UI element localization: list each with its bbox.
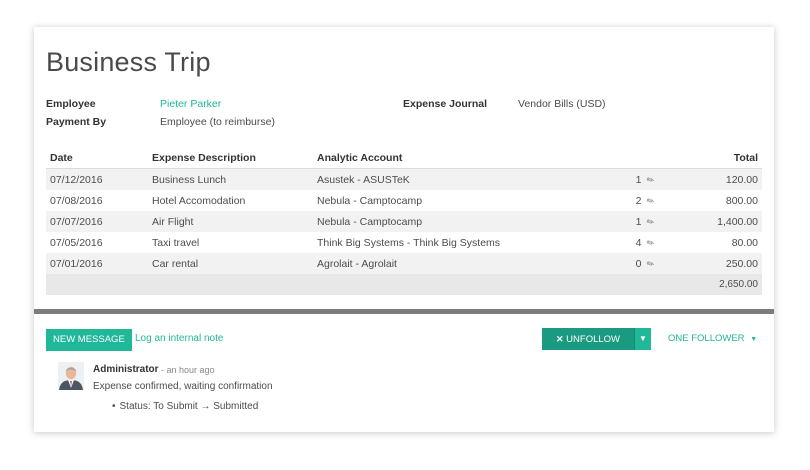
message-body: Expense confirmed, waiting confirmation bbox=[93, 381, 273, 392]
row-total: 80.00 bbox=[731, 236, 758, 249]
table-header: Date Expense Description Analytic Accoun… bbox=[46, 148, 762, 169]
followers-dropdown[interactable]: ONE FOLLOWER ▼ bbox=[668, 333, 757, 344]
row-date: 07/01/2016 bbox=[46, 253, 148, 274]
row-description: Car rental bbox=[148, 253, 313, 274]
message-author[interactable]: Administrator bbox=[93, 364, 159, 375]
avatar bbox=[58, 362, 84, 390]
payment-by-value: Employee (to reimburse) bbox=[160, 116, 275, 128]
table-total-row: 2,650.00 bbox=[46, 274, 762, 295]
col-analytic-account[interactable]: Analytic Account bbox=[313, 148, 621, 169]
expense-sheet-form: Business Trip Employee Pieter Parker Pay… bbox=[34, 27, 774, 309]
log-note-link[interactable]: Log an internal note bbox=[135, 333, 223, 344]
row-total: 1,400.00 bbox=[659, 211, 762, 232]
new-message-button[interactable]: NEW MESSAGE bbox=[46, 329, 132, 351]
paperclip-icon: ✎ bbox=[645, 215, 657, 228]
row-description: Air Flight bbox=[148, 211, 313, 232]
row-attachments[interactable]: 4 ✎ bbox=[621, 232, 659, 253]
row-total: 250.00 bbox=[659, 253, 762, 274]
grand-total: 2,650.00 bbox=[659, 274, 762, 295]
payment-by-label: Payment By bbox=[46, 116, 107, 128]
paperclip-icon: ✎ bbox=[645, 257, 657, 270]
row-attachments[interactable]: 0 ✎ bbox=[621, 253, 659, 274]
message-time: - an hour ago bbox=[161, 365, 215, 375]
table-row[interactable]: 07/08/2016 Hotel Accomodation Nebula - C… bbox=[46, 190, 762, 211]
expense-journal-label: Expense Journal bbox=[403, 98, 488, 110]
row-description: Hotel Accomodation bbox=[152, 194, 246, 207]
row-date: 07/12/2016 bbox=[46, 168, 148, 190]
employee-link[interactable]: Pieter Parker bbox=[160, 98, 221, 110]
follow-options-toggle[interactable]: ▼ bbox=[634, 328, 651, 350]
row-account: Think Big Systems - Think Big Systems bbox=[317, 236, 501, 249]
col-description[interactable]: Expense Description bbox=[148, 148, 313, 169]
row-account: Agrolait - Agrolait bbox=[313, 253, 621, 274]
user-avatar-icon bbox=[58, 362, 84, 390]
paperclip-icon: ✎ bbox=[645, 173, 657, 186]
unfollow-label: UNFOLLOW bbox=[566, 334, 621, 345]
employee-label: Employee bbox=[46, 98, 96, 110]
row-description: Business Lunch bbox=[148, 168, 313, 190]
row-description: Taxi travel bbox=[152, 236, 200, 249]
row-date: 07/07/2016 bbox=[46, 211, 148, 232]
expense-journal-value: Vendor Bills (USD) bbox=[518, 98, 606, 110]
row-total: 120.00 bbox=[659, 168, 762, 190]
row-date: 07/08/2016 bbox=[50, 194, 103, 207]
col-total[interactable]: Total bbox=[659, 148, 762, 169]
row-account: Nebula - Camptocamp bbox=[313, 211, 621, 232]
caret-down-icon: ▼ bbox=[750, 336, 758, 343]
caret-down-icon: ▼ bbox=[639, 334, 647, 343]
chatter: NEW MESSAGE Log an internal note ✕ UNFOL… bbox=[34, 314, 774, 432]
followers-label: ONE FOLLOWER bbox=[668, 333, 745, 344]
row-attachments[interactable]: 1 ✎ bbox=[621, 211, 659, 232]
paperclip-icon: ✎ bbox=[645, 236, 657, 249]
row-account: Nebula - Camptocamp bbox=[317, 194, 423, 207]
x-icon: ✕ bbox=[555, 334, 564, 344]
col-attachments bbox=[621, 148, 659, 169]
bullet-icon: • bbox=[112, 401, 116, 412]
col-date[interactable]: Date bbox=[46, 148, 148, 169]
attachment-count: 1 bbox=[635, 215, 642, 228]
row-date: 07/05/2016 bbox=[50, 236, 103, 249]
attachment-count: 1 bbox=[635, 173, 642, 186]
row-account: Asustek - ASUSTeK bbox=[313, 168, 621, 190]
table-row[interactable]: 07/05/2016 Taxi travel Think Big Systems… bbox=[46, 232, 762, 253]
attachment-count: 4 bbox=[635, 236, 642, 249]
paperclip-icon: ✎ bbox=[645, 194, 657, 207]
tracking-value: • Status: To Submit → Submitted bbox=[112, 401, 258, 412]
tracking-text: Status: To Submit → Submitted bbox=[119, 401, 259, 412]
table-row[interactable]: 07/01/2016 Car rental Agrolait - Agrolai… bbox=[46, 253, 762, 274]
expense-lines-table: Date Expense Description Analytic Accoun… bbox=[46, 148, 762, 295]
row-attachments[interactable]: 1 ✎ bbox=[621, 168, 659, 190]
attachment-count: 0 bbox=[635, 257, 642, 270]
row-total: 800.00 bbox=[725, 194, 758, 207]
table-row[interactable]: 07/12/2016 Business Lunch Asustek - ASUS… bbox=[46, 168, 762, 190]
table-row[interactable]: 07/07/2016 Air Flight Nebula - Camptocam… bbox=[46, 211, 762, 232]
row-attachments[interactable]: 2 ✎ bbox=[621, 190, 659, 211]
unfollow-button[interactable]: ✕ UNFOLLOW bbox=[542, 328, 634, 350]
attachment-count: 2 bbox=[635, 194, 642, 207]
page-title: Business Trip bbox=[46, 47, 211, 77]
expense-sheet-card: Business Trip Employee Pieter Parker Pay… bbox=[34, 27, 774, 432]
